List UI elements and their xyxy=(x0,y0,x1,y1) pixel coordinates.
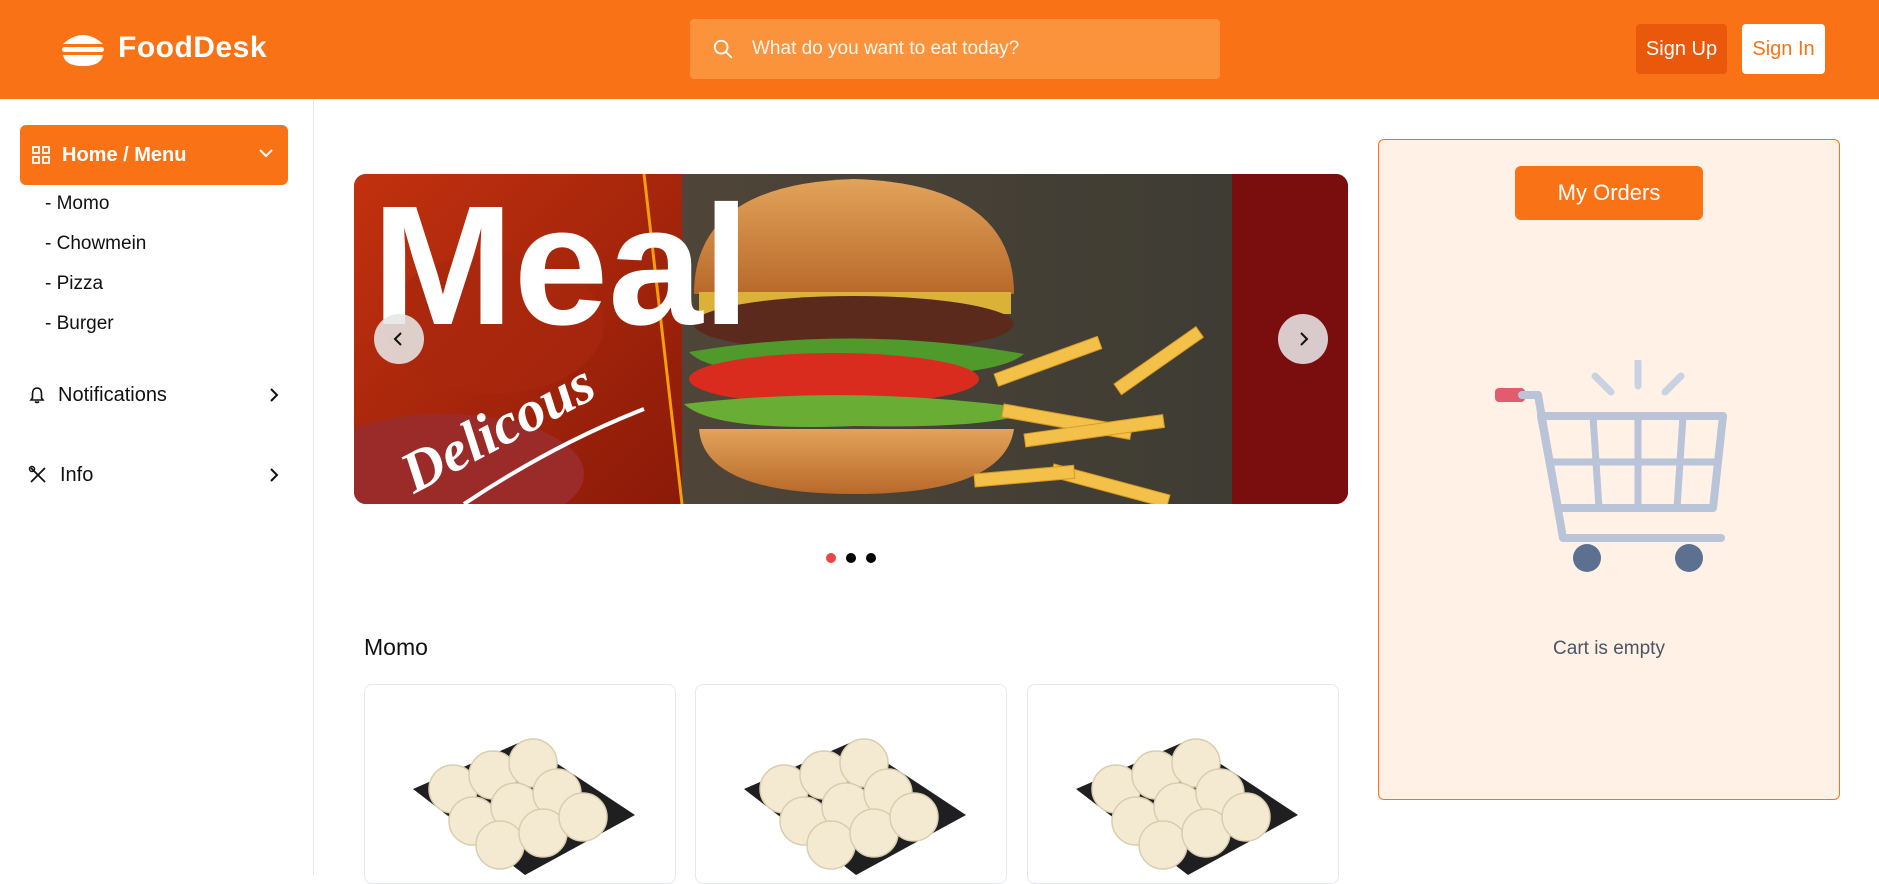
search-input[interactable] xyxy=(752,38,1192,60)
sidebar-item-notifications[interactable]: Notifications xyxy=(28,380,283,410)
sidebar-subitem-chowmein[interactable]: - Chowmein xyxy=(45,233,146,255)
sidebar-item-home-menu[interactable]: Home / Menu xyxy=(20,125,288,185)
sign-up-button[interactable]: Sign Up xyxy=(1636,24,1727,74)
momo-image xyxy=(744,738,966,875)
section-title-momo: Momo xyxy=(364,634,428,660)
search-icon xyxy=(713,39,733,59)
carousel-next-button[interactable] xyxy=(1278,314,1328,364)
menu-card[interactable] xyxy=(364,684,676,884)
momo-image xyxy=(413,738,635,875)
chevron-left-icon xyxy=(393,332,402,346)
sidebar-subitem-burger[interactable]: - Burger xyxy=(45,313,114,335)
shopping-cart-icon xyxy=(1495,360,1727,572)
carousel-dot-2[interactable] xyxy=(846,553,856,563)
grid-icon xyxy=(32,146,50,164)
chevron-down-icon xyxy=(259,149,273,158)
orders-panel: My Orders Cart is empty xyxy=(1378,139,1840,800)
sidebar-subitem-momo[interactable]: - Momo xyxy=(45,193,109,215)
brand-name: FoodDesk xyxy=(118,31,268,64)
sign-in-button[interactable]: Sign In xyxy=(1742,24,1825,74)
chevron-right-icon xyxy=(270,468,279,482)
menu-card[interactable] xyxy=(1027,684,1339,884)
cart-empty-text: Cart is empty xyxy=(1553,638,1665,659)
carousel-dot-1[interactable] xyxy=(826,553,836,563)
brand-logo[interactable]: FoodDesk xyxy=(60,28,267,68)
carousel-dot-3[interactable] xyxy=(866,553,876,563)
menu-card[interactable] xyxy=(695,684,1007,884)
sidebar: Home / Menu - Momo - Chowmein - Pizza - … xyxy=(0,99,314,875)
sidebar-item-label: Notifications xyxy=(58,383,167,406)
promo-banner[interactable]: Meal Delicous xyxy=(354,174,1348,504)
carousel-prev-button[interactable] xyxy=(374,314,424,364)
sidebar-subitem-pizza[interactable]: - Pizza xyxy=(45,273,103,295)
top-bar: FoodDesk Sign Up Sign In xyxy=(0,0,1879,99)
banner-headline: Meal xyxy=(372,174,750,361)
chevron-right-icon xyxy=(270,388,279,402)
carousel-indicators xyxy=(826,553,876,563)
sidebar-item-label: Home / Menu xyxy=(62,143,187,166)
burger-logo-icon xyxy=(62,35,104,66)
sidebar-item-label: Info xyxy=(60,463,94,486)
burger-banner-image: Meal Delicous xyxy=(354,174,1348,504)
utensils-icon xyxy=(28,465,46,483)
my-orders-button[interactable]: My Orders xyxy=(1515,166,1703,220)
chevron-right-icon xyxy=(1300,332,1309,346)
bell-icon xyxy=(29,387,45,404)
momo-image xyxy=(1076,738,1298,875)
search-bar[interactable] xyxy=(690,19,1220,79)
sidebar-item-info[interactable]: Info xyxy=(28,460,283,490)
